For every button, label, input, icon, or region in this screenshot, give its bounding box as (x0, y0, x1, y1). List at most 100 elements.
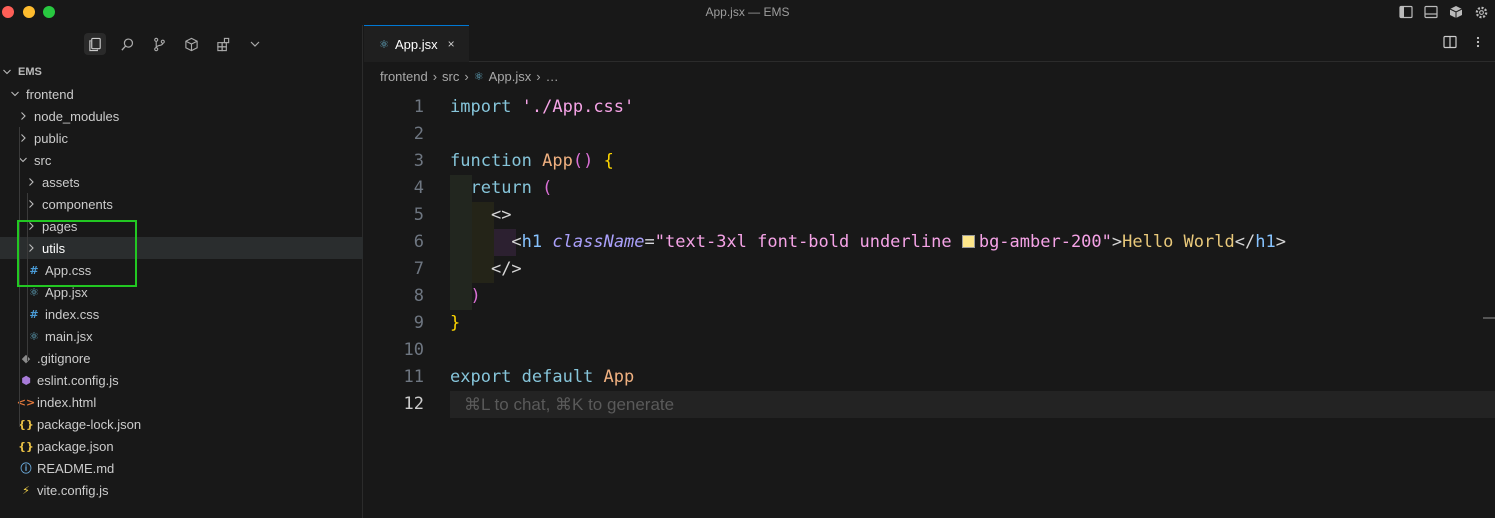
close-icon[interactable]: × (448, 37, 455, 51)
explorer-sidebar: EMS frontend node_modulespublic src assets c… (0, 25, 363, 518)
tree-item-label: public (34, 130, 68, 146)
split-editor-icon[interactable] (1443, 35, 1457, 54)
token: </ (1234, 232, 1256, 252)
line-number: 9 (413, 313, 424, 333)
explorer-root[interactable]: EMS (0, 61, 363, 83)
git-icon: ◆ (21, 351, 31, 365)
source-control-icon[interactable] (148, 33, 170, 55)
breadcrumb-item[interactable]: … (546, 69, 559, 84)
tree-item-label: main.jsx (45, 328, 93, 344)
chevron-down-icon[interactable] (244, 33, 266, 55)
token: App (542, 151, 573, 171)
code-view[interactable]: 1 import './App.css' 2 3 function App() { … (364, 94, 1495, 418)
tree-item-label: package-lock.json (37, 416, 142, 432)
chevron-right-icon (16, 111, 30, 121)
tree-item-label: src (34, 152, 52, 168)
line-number: 6 (413, 232, 424, 252)
code-line: 1 import './App.css' (364, 94, 1495, 121)
token: './App.css' (521, 97, 635, 117)
token: function (450, 151, 532, 171)
breadcrumb-item[interactable]: App.jsx (489, 69, 532, 84)
token: <> (490, 205, 512, 225)
more-actions-icon[interactable] (1471, 35, 1485, 54)
highlight-box (17, 220, 137, 287)
code-line: 11 export default App (364, 364, 1495, 391)
html-icon: <> (16, 395, 36, 409)
extensions-icon[interactable] (212, 33, 234, 55)
search-icon[interactable] (116, 33, 138, 55)
line-number: 3 (413, 151, 424, 171)
token: > (1111, 232, 1123, 252)
activity-bar (84, 33, 266, 55)
file-item[interactable]: ⓘ README.md (0, 457, 363, 479)
json-icon: {} (18, 439, 34, 453)
token: bg-amber-200" (978, 232, 1112, 252)
window-title: App.jsx — EMS (705, 5, 790, 19)
eslint-icon: ⬢ (21, 373, 31, 387)
toggle-sidebar-icon[interactable] (1398, 4, 1414, 20)
token: import (450, 97, 512, 117)
line-number: 1 (413, 97, 424, 117)
chevron-right-icon: › (432, 69, 438, 84)
code-line: 4 return ( (364, 175, 1495, 202)
css-file-icon: # (29, 307, 39, 321)
tree-item-label: package.json (37, 438, 114, 454)
line-number: 4 (413, 178, 424, 198)
react-icon: ⚛ (29, 329, 39, 343)
breadcrumb-item[interactable]: src (442, 69, 459, 84)
breadcrumb-item[interactable]: frontend (380, 69, 428, 84)
file-item[interactable]: {} package-lock.json (0, 413, 363, 435)
tab-label: App.jsx (395, 36, 438, 52)
gear-icon[interactable] (1473, 4, 1489, 20)
toggle-panel-icon[interactable] (1423, 4, 1439, 20)
file-item[interactable]: # index.css (0, 303, 363, 325)
file-item[interactable]: ⚛ main.jsx (0, 325, 363, 347)
folder-item[interactable]: src (0, 149, 363, 171)
token: ) (470, 286, 481, 306)
file-item[interactable]: {} package.json (0, 435, 363, 457)
folder-item[interactable]: assets (0, 171, 363, 193)
tree-item-label: index.html (37, 394, 97, 410)
files-icon[interactable] (84, 33, 106, 55)
code-line: 8 ) (364, 283, 1495, 310)
file-item[interactable]: ◆ .gitignore (0, 347, 363, 369)
token: </> (490, 259, 522, 279)
folder-item[interactable]: public (0, 127, 363, 149)
tab-app-jsx[interactable]: ⚛ App.jsx × (364, 25, 469, 62)
line-number: 7 (413, 259, 424, 279)
breadcrumb: frontend › src › ⚛ App.jsx › … (380, 69, 559, 84)
token: = (644, 232, 655, 252)
folder-item[interactable]: node_modules (0, 105, 363, 127)
cube-icon[interactable] (180, 33, 202, 55)
token: < (511, 232, 522, 252)
code-line: 2 (364, 121, 1495, 148)
token: Hello World (1122, 232, 1235, 252)
tree-item-label: assets (42, 174, 80, 190)
react-icon: ⚛ (29, 285, 39, 299)
folder-item[interactable]: frontend (0, 83, 363, 105)
token: className (552, 232, 645, 252)
line-number: 11 (403, 367, 424, 387)
token: "text-3xl font-bold underline (654, 232, 962, 252)
cube-icon[interactable] (1448, 4, 1464, 20)
editor-area: ⚛ App.jsx × frontend › src › ⚛ App.jsx ›… (364, 25, 1495, 518)
explorer-root-label: EMS (18, 66, 42, 78)
token: } (450, 313, 461, 333)
title-bar: App.jsx — EMS (0, 0, 1495, 25)
tree-item-label: components (42, 196, 113, 212)
folder-item[interactable]: components (0, 193, 363, 215)
line-number: 8 (413, 286, 424, 306)
chevron-right-icon (24, 177, 38, 187)
file-item[interactable]: ⬢ eslint.config.js (0, 369, 363, 391)
file-item[interactable]: ⚡ vite.config.js (0, 479, 363, 501)
react-icon: ⚛ (379, 37, 389, 51)
code-line: 6 <h1 className="text-3xl font-bold unde… (364, 229, 1495, 256)
file-item[interactable]: <> index.html (0, 391, 363, 413)
line-number: 5 (413, 205, 424, 225)
line-number: 12 (403, 394, 424, 414)
color-swatch[interactable] (961, 235, 975, 248)
react-icon: ⚛ (473, 71, 484, 83)
json-icon: {} (18, 417, 34, 431)
token: { (603, 151, 614, 171)
line-number: 2 (413, 124, 424, 144)
